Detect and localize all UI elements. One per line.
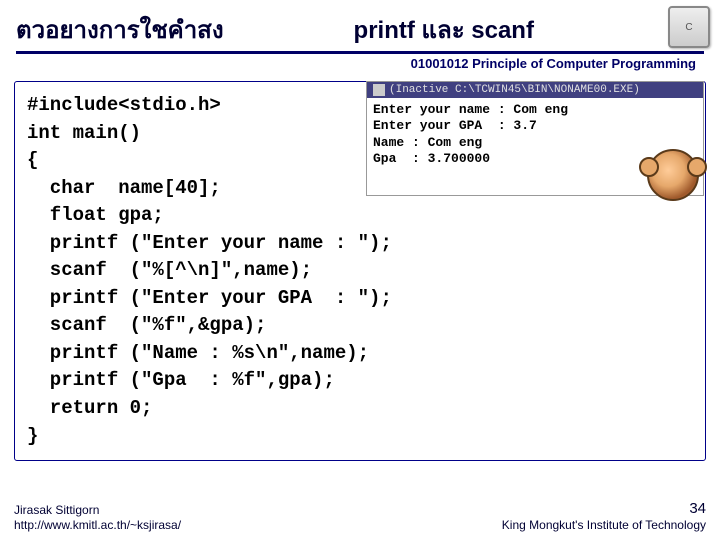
slide-footer: Jirasak Sittigorn http://www.kmitl.ac.th… xyxy=(14,499,706,534)
console-titlebar: (Inactive C:\TCWIN45\BIN\NONAME00.EXE) xyxy=(367,82,703,98)
title-right: printf และ scanf xyxy=(354,10,534,49)
footer-right: 34 King Mongkut's Institute of Technolog… xyxy=(502,499,706,534)
monkey-mascot-icon xyxy=(647,149,699,201)
console-window: (Inactive C:\TCWIN45\BIN\NONAME00.EXE) E… xyxy=(366,81,704,196)
author-url: http://www.kmitl.ac.th/~ksjirasa/ xyxy=(14,518,181,534)
header-divider xyxy=(16,51,704,54)
course-subtitle: 01001012 Principle of Computer Programmi… xyxy=(16,56,704,71)
title-row: ตวอยางการใชคำสง printf และ scanf xyxy=(16,10,704,49)
institution: King Mongkut's Institute of Technology xyxy=(502,518,706,534)
slide-number: 34 xyxy=(502,499,706,519)
language-badge: C xyxy=(668,6,710,48)
system-menu-icon xyxy=(373,84,385,96)
slide-header: C ตวอยางการใชคำสง printf และ scanf 01001… xyxy=(0,0,720,71)
console-title-text: (Inactive C:\TCWIN45\BIN\NONAME00.EXE) xyxy=(389,84,640,96)
author-name: Jirasak Sittigorn xyxy=(14,503,181,519)
title-left: ตวอยางการใชคำสง xyxy=(16,10,224,49)
footer-left: Jirasak Sittigorn http://www.kmitl.ac.th… xyxy=(14,503,181,534)
main-content: #include<stdio.h> int main() { char name… xyxy=(14,81,706,461)
